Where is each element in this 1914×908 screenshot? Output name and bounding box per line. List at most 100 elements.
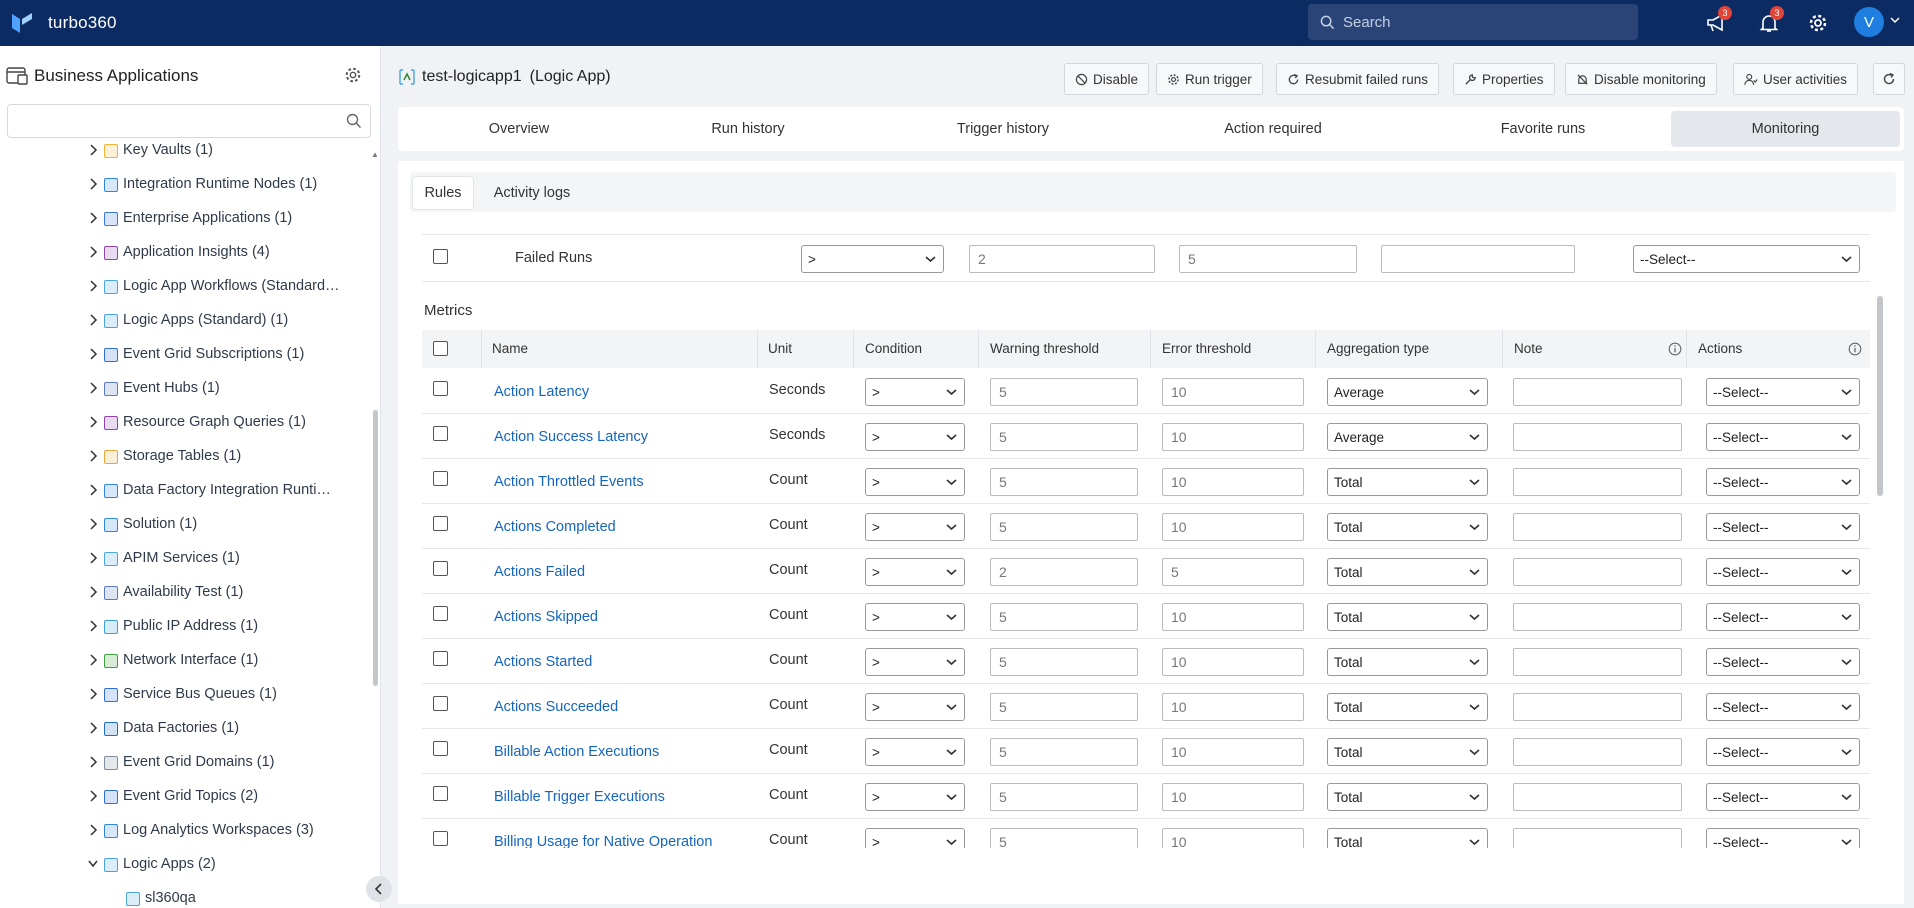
collapse-sidebar-button[interactable] xyxy=(366,876,392,902)
sidebar-item[interactable]: sl360qa xyxy=(0,882,372,908)
metric-unit: Seconds xyxy=(769,427,826,443)
metric-condition-select[interactable]: > xyxy=(865,738,965,766)
metric-warning-input[interactable]: 5 xyxy=(990,783,1138,811)
metric-note-input[interactable] xyxy=(1513,738,1682,766)
metric-warning-input[interactable]: 5 xyxy=(990,828,1138,848)
metric-actions-select[interactable]: --Select-- xyxy=(1706,828,1860,848)
metric-condition-select[interactable]: > xyxy=(865,558,965,586)
metric-note-input[interactable] xyxy=(1513,513,1682,541)
metric-actions-value: --Select-- xyxy=(1713,429,1769,445)
metric-condition-select[interactable]: > xyxy=(865,468,965,496)
metric-name-link[interactable]: Actions Succeeded xyxy=(494,699,618,715)
metric-error-input[interactable]: 10 xyxy=(1162,648,1304,676)
metric-condition-select[interactable]: > xyxy=(865,423,965,451)
metric-error-input[interactable]: 10 xyxy=(1162,828,1304,848)
metric-name-link[interactable]: Actions Completed xyxy=(494,519,616,535)
metric-error-input[interactable]: 10 xyxy=(1162,603,1304,631)
metric-row-checkbox[interactable] xyxy=(433,651,448,666)
metric-row-checkbox[interactable] xyxy=(433,696,448,711)
metric-error-input[interactable]: 10 xyxy=(1162,378,1304,406)
metric-condition-select[interactable]: > xyxy=(865,648,965,676)
metric-aggregation-select[interactable]: Total xyxy=(1327,603,1488,631)
metric-warning-input[interactable]: 5 xyxy=(990,648,1138,676)
chevron-down-icon xyxy=(946,614,957,621)
chevron-down-icon[interactable] xyxy=(88,858,98,870)
metric-name-link[interactable]: Action Success Latency xyxy=(494,429,648,445)
metric-row-checkbox[interactable] xyxy=(433,426,448,441)
metric-error-input[interactable]: 10 xyxy=(1162,693,1304,721)
metric-condition-select[interactable]: > xyxy=(865,513,965,541)
metric-name-link[interactable]: Action Throttled Events xyxy=(494,474,644,490)
metric-actions-select[interactable]: --Select-- xyxy=(1706,378,1860,406)
metric-row-checkbox[interactable] xyxy=(433,741,448,756)
metric-actions-select[interactable]: --Select-- xyxy=(1706,558,1860,586)
metric-row-checkbox[interactable] xyxy=(433,786,448,801)
metric-row-checkbox[interactable] xyxy=(433,471,448,486)
metric-error-input[interactable]: 10 xyxy=(1162,468,1304,496)
metric-aggregation-select[interactable]: Total xyxy=(1327,558,1488,586)
metric-note-input[interactable] xyxy=(1513,423,1682,451)
metric-note-input[interactable] xyxy=(1513,828,1682,848)
metric-name-link[interactable]: Billable Action Executions xyxy=(494,744,659,760)
metric-condition-select[interactable]: > xyxy=(865,783,965,811)
metric-note-input[interactable] xyxy=(1513,468,1682,496)
metric-name-link[interactable]: Billing Usage for Native Operation xyxy=(494,834,712,848)
metric-name-link[interactable]: Actions Failed xyxy=(494,564,585,580)
metric-condition-value: > xyxy=(872,744,880,760)
metric-warning-input[interactable]: 5 xyxy=(990,513,1138,541)
metric-aggregation-select[interactable]: Total xyxy=(1327,828,1488,848)
metric-error-input[interactable]: 10 xyxy=(1162,423,1304,451)
metric-aggregation-select[interactable]: Total xyxy=(1327,648,1488,676)
content-scrollbar[interactable] xyxy=(1877,296,1883,496)
metric-aggregation-select[interactable]: Total xyxy=(1327,468,1488,496)
metric-warning-input[interactable]: 5 xyxy=(990,423,1138,451)
metric-condition-select[interactable]: > xyxy=(865,828,965,848)
metric-name-link[interactable]: Actions Started xyxy=(494,654,592,670)
table-row-border xyxy=(422,773,1870,774)
metric-actions-select[interactable]: --Select-- xyxy=(1706,738,1860,766)
metric-note-input[interactable] xyxy=(1513,648,1682,676)
chevron-down-icon xyxy=(946,389,957,396)
metric-actions-select[interactable]: --Select-- xyxy=(1706,468,1860,496)
metric-aggregation-select[interactable]: Total xyxy=(1327,693,1488,721)
metric-row-checkbox[interactable] xyxy=(433,381,448,396)
metric-aggregation-select[interactable]: Total xyxy=(1327,738,1488,766)
metric-condition-select[interactable]: > xyxy=(865,693,965,721)
sidebar-item[interactable]: Logic Apps (2) xyxy=(0,848,372,882)
metric-name-link[interactable]: Actions Skipped xyxy=(494,609,598,625)
metric-name-link[interactable]: Billable Trigger Executions xyxy=(494,789,665,805)
metric-condition-select[interactable]: > xyxy=(865,603,965,631)
metric-note-input[interactable] xyxy=(1513,558,1682,586)
metric-condition-select[interactable]: > xyxy=(865,378,965,406)
metric-error-input[interactable]: 5 xyxy=(1162,558,1304,586)
metric-row-checkbox[interactable] xyxy=(433,561,448,576)
metric-row-checkbox[interactable] xyxy=(433,606,448,621)
metric-actions-select[interactable]: --Select-- xyxy=(1706,783,1860,811)
metric-actions-select[interactable]: --Select-- xyxy=(1706,603,1860,631)
metric-note-input[interactable] xyxy=(1513,783,1682,811)
metric-aggregation-select[interactable]: Average xyxy=(1327,378,1488,406)
metric-warning-input[interactable]: 5 xyxy=(990,603,1138,631)
metric-actions-select[interactable]: --Select-- xyxy=(1706,693,1860,721)
metric-error-input[interactable]: 10 xyxy=(1162,513,1304,541)
metric-actions-select[interactable]: --Select-- xyxy=(1706,648,1860,676)
metric-aggregation-select[interactable]: Total xyxy=(1327,783,1488,811)
metric-note-input[interactable] xyxy=(1513,378,1682,406)
metric-warning-input[interactable]: 5 xyxy=(990,738,1138,766)
metric-error-input[interactable]: 10 xyxy=(1162,783,1304,811)
metric-aggregation-select[interactable]: Average xyxy=(1327,423,1488,451)
metric-warning-input[interactable]: 5 xyxy=(990,468,1138,496)
metric-aggregation-select[interactable]: Total xyxy=(1327,513,1488,541)
metric-warning-input[interactable]: 5 xyxy=(990,693,1138,721)
metric-note-input[interactable] xyxy=(1513,603,1682,631)
metric-actions-select[interactable]: --Select-- xyxy=(1706,423,1860,451)
metric-actions-select[interactable]: --Select-- xyxy=(1706,513,1860,541)
metric-error-input[interactable]: 10 xyxy=(1162,738,1304,766)
metric-note-input[interactable] xyxy=(1513,693,1682,721)
metric-warning-input[interactable]: 5 xyxy=(990,378,1138,406)
metric-row-checkbox[interactable] xyxy=(433,516,448,531)
metric-name-link[interactable]: Action Latency xyxy=(494,384,589,400)
metric-actions-value: --Select-- xyxy=(1713,609,1769,625)
metric-warning-input[interactable]: 2 xyxy=(990,558,1138,586)
metric-row-checkbox[interactable] xyxy=(433,831,448,846)
